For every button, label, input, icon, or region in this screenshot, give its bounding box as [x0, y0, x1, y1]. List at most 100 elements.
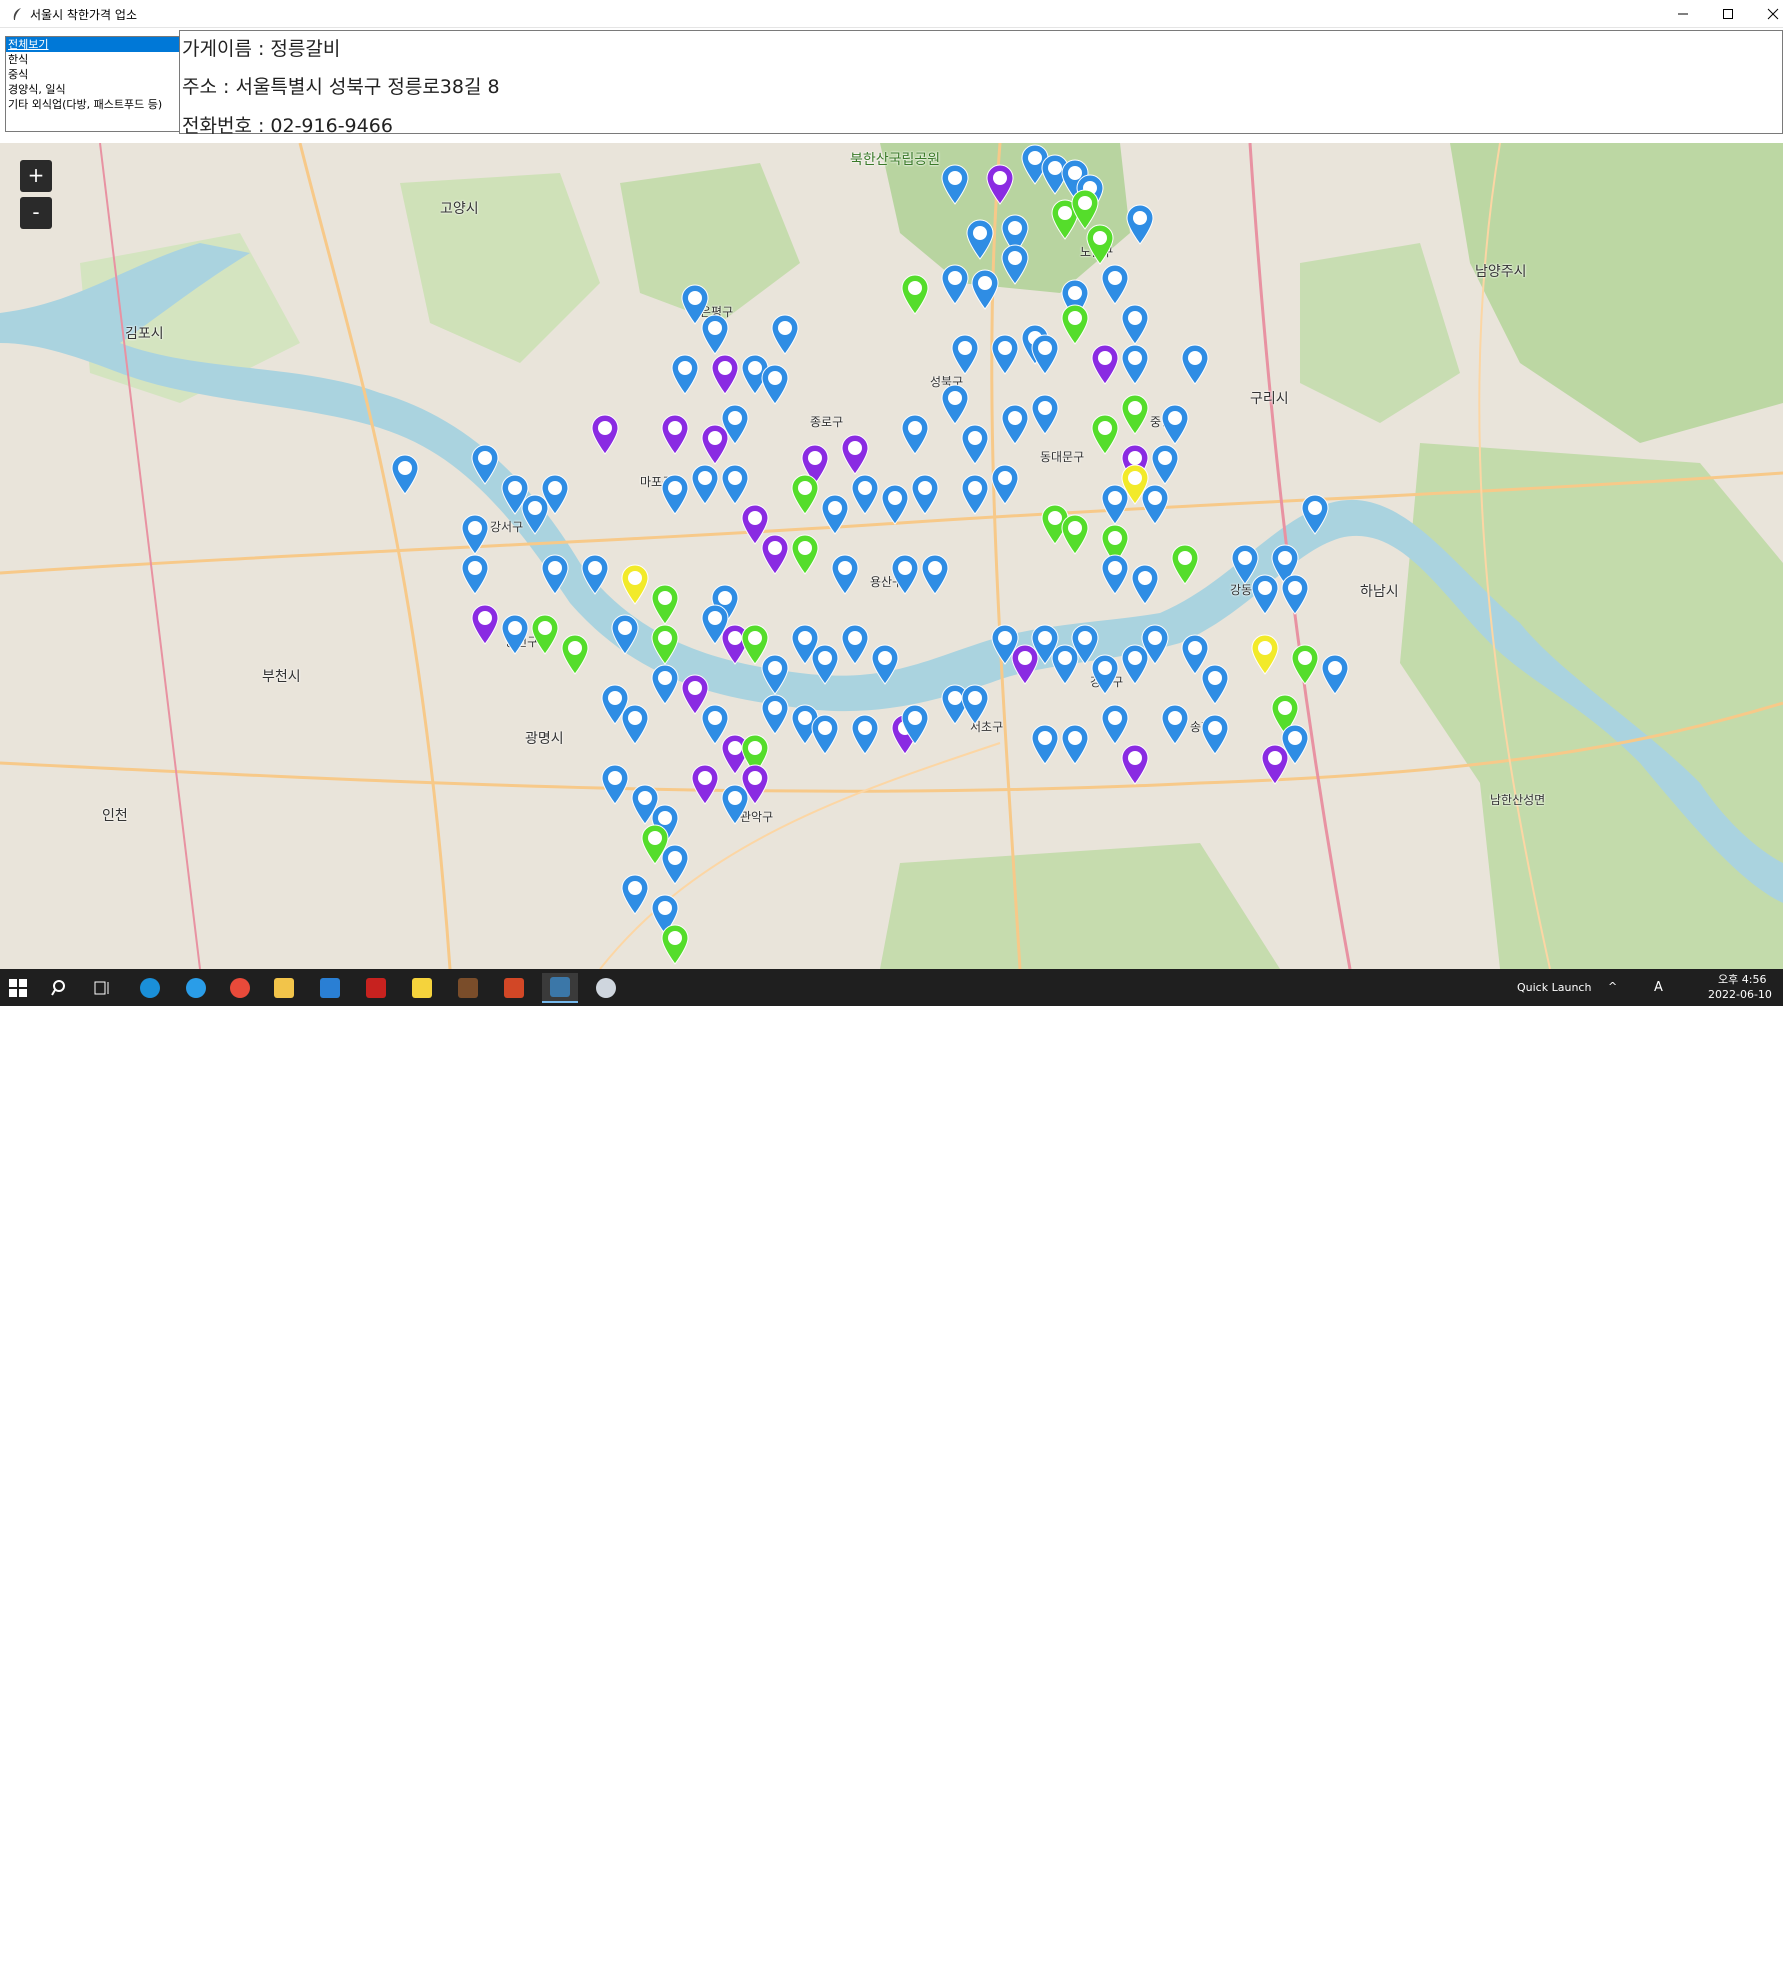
map-marker-icon[interactable] [690, 763, 720, 805]
map-marker-icon[interactable] [965, 218, 995, 260]
map-marker-icon[interactable] [910, 473, 940, 515]
category-item-western-japanese[interactable]: 경양식, 일식 [6, 82, 179, 97]
zoom-out-button[interactable]: - [20, 197, 52, 229]
map-marker-icon[interactable] [1160, 403, 1190, 445]
category-item-chinese[interactable]: 중식 [6, 67, 179, 82]
map-marker-icon[interactable] [890, 553, 920, 595]
map-marker-icon[interactable] [1160, 703, 1190, 745]
map-marker-icon[interactable] [1090, 343, 1120, 385]
map-marker-icon[interactable] [460, 553, 490, 595]
map-marker-icon[interactable] [940, 263, 970, 305]
app2-button[interactable] [588, 973, 624, 1003]
map-marker-icon[interactable] [960, 473, 990, 515]
map-marker-icon[interactable] [1085, 223, 1115, 265]
kakaotalk-button[interactable] [404, 973, 440, 1003]
map-marker-icon[interactable] [840, 623, 870, 665]
map-marker-icon[interactable] [540, 553, 570, 595]
map-marker-icon[interactable] [1150, 443, 1180, 485]
map-marker-icon[interactable] [950, 333, 980, 375]
map-marker-icon[interactable] [1250, 633, 1280, 675]
map-marker-icon[interactable] [1060, 303, 1090, 345]
close-button[interactable] [1750, 0, 1783, 28]
map-marker-icon[interactable] [700, 313, 730, 355]
map-marker-icon[interactable] [1030, 333, 1060, 375]
map-marker-icon[interactable] [900, 413, 930, 455]
map-marker-icon[interactable] [820, 493, 850, 535]
map-marker-icon[interactable] [940, 163, 970, 205]
map-marker-icon[interactable] [960, 683, 990, 725]
clock-date[interactable]: 2022-06-10 [1708, 988, 1772, 1001]
map-marker-icon[interactable] [1120, 393, 1150, 435]
maximize-button[interactable] [1705, 0, 1751, 28]
category-item-korean[interactable]: 한식 [6, 52, 179, 67]
ime-indicator[interactable]: A [1654, 980, 1663, 995]
map-marker-icon[interactable] [500, 613, 530, 655]
map-marker-icon[interactable] [1030, 393, 1060, 435]
map-marker-icon[interactable] [960, 423, 990, 465]
map-marker-icon[interactable] [790, 533, 820, 575]
map-marker-icon[interactable] [1280, 573, 1310, 615]
clock-time[interactable]: 오후 4:56 [1718, 971, 1766, 987]
map-marker-icon[interactable] [1250, 573, 1280, 615]
map-marker-icon[interactable] [1140, 483, 1170, 525]
map-marker-icon[interactable] [1060, 513, 1090, 555]
category-item-other[interactable]: 기타 외식업(다방, 패스트푸드 등) [6, 97, 179, 112]
map-marker-icon[interactable] [660, 923, 690, 965]
vscode-button[interactable] [312, 973, 348, 1003]
zoom-in-button[interactable]: + [20, 160, 52, 192]
map-marker-icon[interactable] [470, 443, 500, 485]
map-marker-icon[interactable] [640, 823, 670, 865]
map-marker-icon[interactable] [470, 603, 500, 645]
map-marker-icon[interactable] [920, 553, 950, 595]
map-marker-icon[interactable] [720, 403, 750, 445]
map-marker-icon[interactable] [760, 653, 790, 695]
map-marker-icon[interactable] [670, 353, 700, 395]
map-marker-icon[interactable] [710, 353, 740, 395]
map-marker-icon[interactable] [530, 613, 560, 655]
quick-launch-label[interactable]: Quick Launch [1517, 981, 1591, 994]
map-marker-icon[interactable] [1130, 563, 1160, 605]
map-marker-icon[interactable] [760, 363, 790, 405]
map-marker-icon[interactable] [900, 273, 930, 315]
map-marker-icon[interactable] [1090, 413, 1120, 455]
map-marker-icon[interactable] [1120, 343, 1150, 385]
map-marker-icon[interactable] [760, 533, 790, 575]
map-marker-icon[interactable] [600, 763, 630, 805]
map-marker-icon[interactable] [970, 268, 1000, 310]
map-marker-icon[interactable] [1060, 723, 1090, 765]
python-button[interactable] [542, 973, 578, 1003]
app-button[interactable] [450, 973, 486, 1003]
search-button[interactable] [42, 973, 78, 1003]
map-marker-icon[interactable] [1280, 723, 1310, 765]
map-marker-icon[interactable] [740, 763, 770, 805]
map-marker-icon[interactable] [720, 463, 750, 505]
map-marker-icon[interactable] [830, 553, 860, 595]
map-marker-icon[interactable] [1140, 623, 1170, 665]
map-marker-icon[interactable] [620, 563, 650, 605]
filezilla-button[interactable] [358, 973, 394, 1003]
map-marker-icon[interactable] [620, 873, 650, 915]
map-marker-icon[interactable] [1100, 483, 1130, 525]
map-marker-icon[interactable] [760, 693, 790, 735]
category-item-all[interactable]: 전체보기 [6, 37, 179, 52]
chrome-button[interactable] [222, 973, 258, 1003]
map-marker-icon[interactable] [1030, 723, 1060, 765]
start-button[interactable] [0, 973, 36, 1003]
map-marker-icon[interactable] [1000, 403, 1030, 445]
map-marker-icon[interactable] [990, 463, 1020, 505]
map-marker-icon[interactable] [770, 313, 800, 355]
map-marker-icon[interactable] [540, 473, 570, 515]
category-listbox[interactable]: 전체보기 한식 중식 경양식, 일식 기타 외식업(다방, 패스트푸드 등) [5, 36, 180, 132]
map-marker-icon[interactable] [580, 553, 610, 595]
map-marker-icon[interactable] [390, 453, 420, 495]
task-view-button[interactable] [84, 973, 120, 1003]
minimize-button[interactable] [1660, 0, 1706, 28]
map-marker-icon[interactable] [1300, 493, 1330, 535]
map-view[interactable]: + - 북한산국립공원 고양시 김포시 남양주시 구리시 하남시 부천시 광명시… [0, 143, 1783, 969]
map-marker-icon[interactable] [1125, 203, 1155, 245]
map-marker-icon[interactable] [1200, 713, 1230, 755]
map-marker-icon[interactable] [1120, 303, 1150, 345]
map-marker-icon[interactable] [560, 633, 590, 675]
map-marker-icon[interactable] [660, 473, 690, 515]
map-marker-icon[interactable] [900, 703, 930, 745]
